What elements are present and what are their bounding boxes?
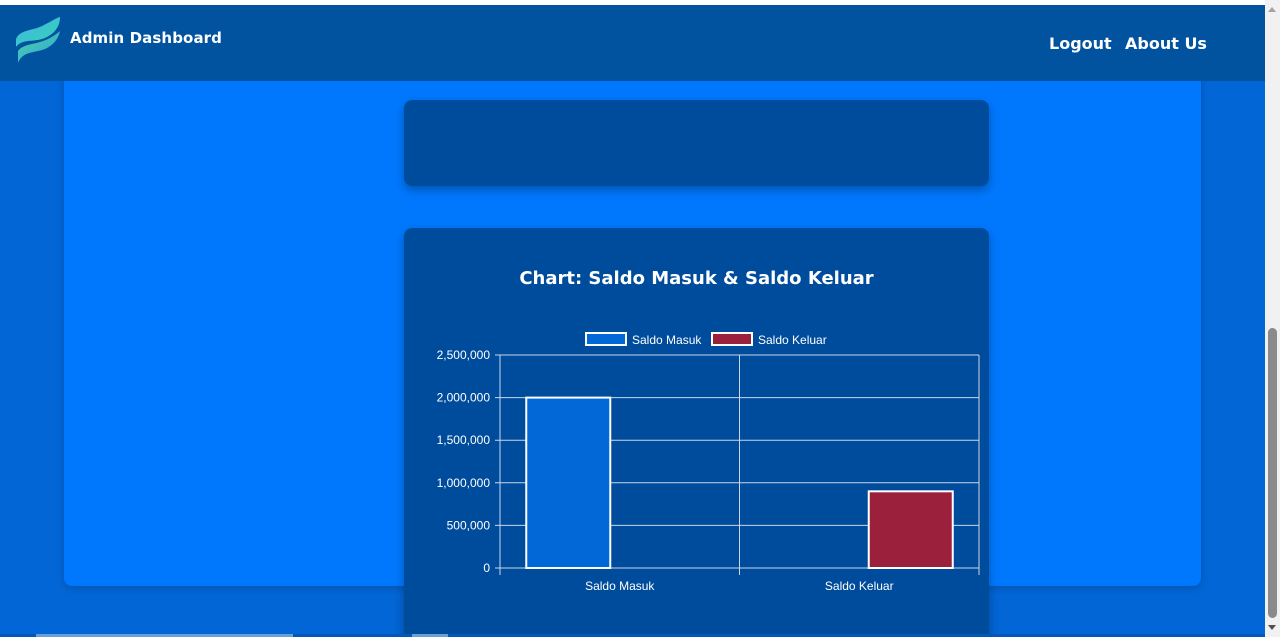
legend-swatch — [585, 332, 627, 346]
legend-label: Saldo Masuk — [632, 333, 702, 347]
chart-card: Chart: Saldo Masuk & Saldo Keluar 0 500,0… — [404, 228, 989, 637]
about-us-link[interactable]: About Us — [1125, 34, 1207, 53]
y-tick-label: 1,500,000 — [437, 433, 491, 447]
legend-label: Saldo Keluar — [758, 333, 827, 347]
y-tick-label: 2,000,000 — [437, 391, 491, 405]
scroll-thumb[interactable] — [1268, 328, 1277, 618]
bar-saldo-masuk — [525, 396, 612, 569]
brand-title[interactable]: Admin Dashboard — [70, 29, 222, 47]
y-tick-label: 1,000,000 — [437, 476, 491, 490]
wave-logo-icon — [16, 17, 60, 63]
scroll-up-icon[interactable] — [1268, 7, 1276, 12]
bar-saldo-keluar — [867, 490, 954, 570]
content-panel: Chart: Saldo Masuk & Saldo Keluar 0 500,0… — [64, 60, 1201, 637]
x-tick-label: Saldo Keluar — [825, 579, 894, 593]
x-tick-label: Saldo Masuk — [585, 579, 655, 593]
navbar: Admin Dashboard Logout About Us — [0, 5, 1265, 81]
logout-link[interactable]: Logout — [1049, 34, 1112, 53]
y-tick-label: 0 — [483, 561, 490, 575]
page: Chart: Saldo Masuk & Saldo Keluar 0 500,0… — [0, 0, 1265, 637]
y-tick-label: 2,500,000 — [437, 348, 491, 362]
bar-chart: 0 500,000 1,000,000 1,500,000 2,000,000 2,500… — [437, 332, 980, 593]
scroll-down-icon[interactable] — [1268, 625, 1276, 630]
y-tick-label: 500,000 — [447, 518, 491, 532]
vertical-scrollbar[interactable] — [1265, 0, 1280, 637]
summary-card — [404, 100, 989, 186]
legend-swatch — [711, 332, 753, 346]
